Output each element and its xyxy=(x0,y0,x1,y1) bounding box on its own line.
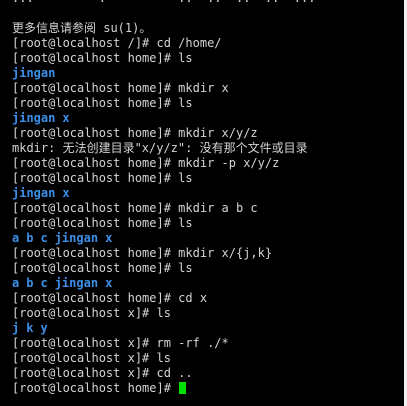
terminal-window[interactable]: ... . .. .. .. .. ...更多信息请参阅 su(1)。[root… xyxy=(0,0,404,406)
terminal-line: mkdir: 无法创建目录"x/y/z": 没有那个文件或目录 xyxy=(12,141,308,155)
command-prompt-line: [root@localhost home]# xyxy=(12,381,315,396)
directory-name: jingan xyxy=(12,186,56,200)
directory-name: b xyxy=(26,231,34,245)
terminal-line: [root@localhost x]# ls xyxy=(12,306,171,320)
directory-name: c xyxy=(40,231,48,245)
terminal-line: [root@localhost home]# ls xyxy=(12,171,193,185)
ls-output-line: jky xyxy=(12,321,315,336)
directory-name: x xyxy=(105,231,113,245)
ls-output-line: jingan x xyxy=(12,111,315,126)
directory-name: c xyxy=(40,276,48,290)
terminal-line: [root@localhost home]# mkdir a b c xyxy=(12,201,258,215)
ls-output-line: jingan xyxy=(12,66,315,81)
command-prompt: [root@localhost home]# xyxy=(12,381,179,395)
directory-name: b xyxy=(26,276,34,290)
terminal-line: [root@localhost home]# mkdir x/{j,k} xyxy=(12,246,273,260)
terminal-line: [root@localhost home]# ls xyxy=(12,51,193,65)
directory-name: jingan xyxy=(12,66,56,80)
directory-name: a xyxy=(12,231,20,245)
directory-name: jingan xyxy=(54,276,99,290)
terminal-line: [root@localhost home]# cd x xyxy=(12,291,208,305)
terminal-line: [root@localhost home]# ls xyxy=(12,261,193,275)
ls-output-line: a b c jingan x xyxy=(12,276,315,291)
terminal-line: [root@localhost x]# cd .. xyxy=(12,366,193,380)
directory-name: a xyxy=(12,276,20,290)
terminal-line: [root@localhost /]# cd /home/ xyxy=(12,36,222,50)
terminal-line: [root@localhost home]# mkdir x xyxy=(12,81,229,95)
terminal-line: [root@localhost home]# ls xyxy=(12,96,193,110)
directory-name: k xyxy=(26,321,34,335)
terminal-line: [root@localhost home]# ls xyxy=(12,216,193,230)
directory-name: x xyxy=(62,186,70,200)
directory-name: jingan xyxy=(12,111,56,125)
terminal-line: [root@localhost x]# rm -rf ./* xyxy=(12,336,229,350)
directory-name: x xyxy=(62,111,70,125)
terminal-line: 更多信息请参阅 su(1)。 xyxy=(12,21,152,35)
terminal-line: ... . .. .. .. .. ... xyxy=(12,0,315,6)
terminal-output: ... . .. .. .. .. ...更多信息请参阅 su(1)。[root… xyxy=(12,0,315,396)
directory-name: jingan xyxy=(54,231,99,245)
terminal-line: [root@localhost x]# ls xyxy=(12,351,171,365)
block-cursor-icon[interactable] xyxy=(179,382,187,394)
directory-name: y xyxy=(40,321,48,335)
ls-output-line: a b c jingan x xyxy=(12,231,315,246)
ls-output-line: jingan x xyxy=(12,186,315,201)
terminal-line: [root@localhost home]# mkdir x/y/z xyxy=(12,126,258,140)
directory-name: x xyxy=(105,276,113,290)
directory-name: j xyxy=(12,321,20,335)
terminal-line: [root@localhost home]# mkdir -p x/y/z xyxy=(12,156,280,170)
